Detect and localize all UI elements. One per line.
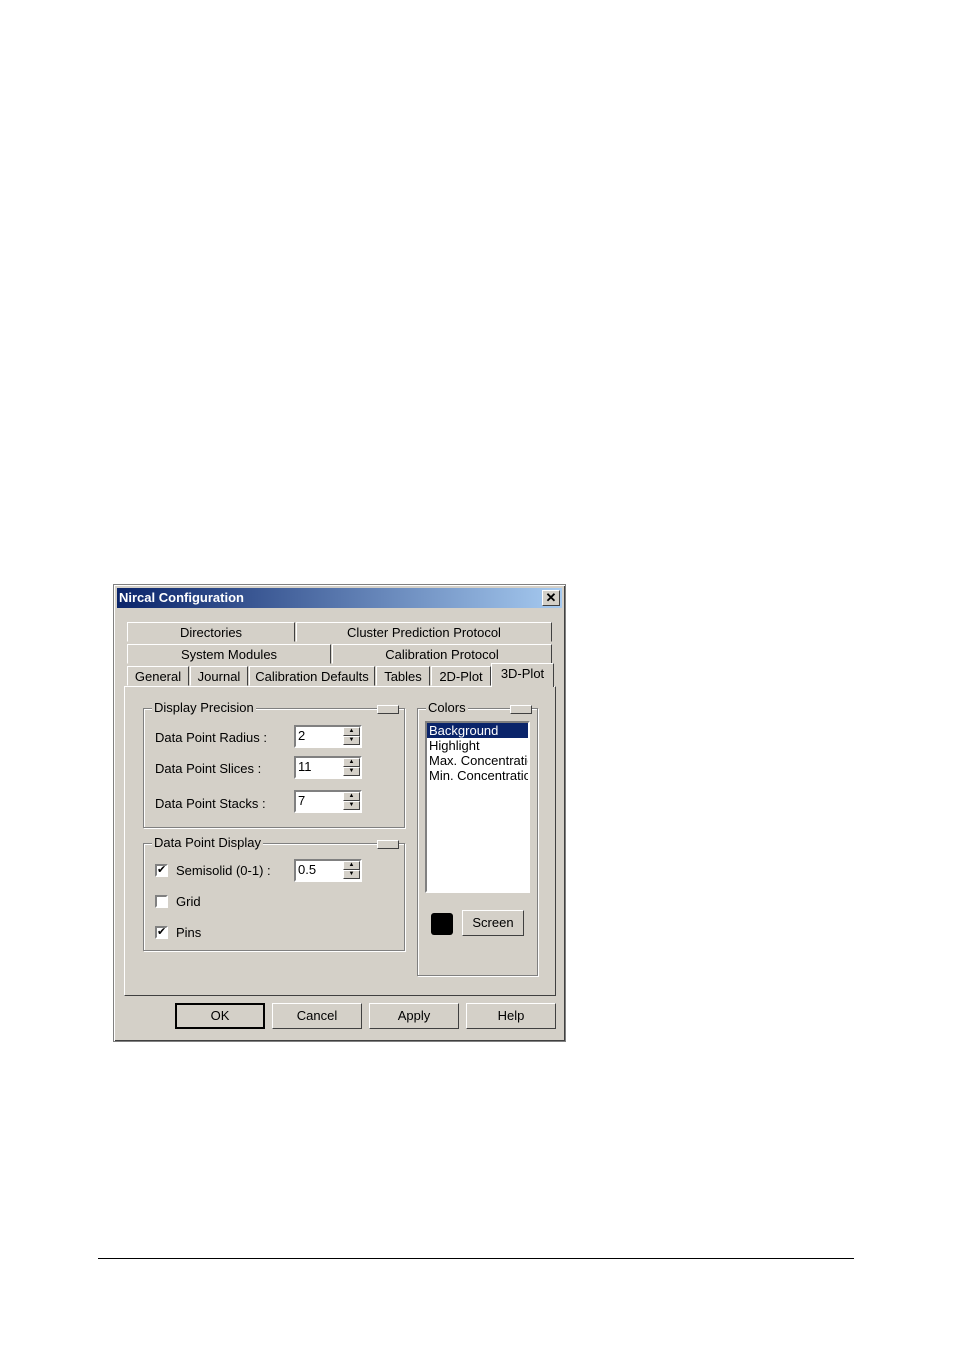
data-point-slices-label: Data Point Slices : — [155, 761, 262, 776]
data-point-display-title: Data Point Display — [152, 835, 263, 850]
color-item-background[interactable]: Background — [427, 723, 528, 738]
colors-title: Colors — [426, 700, 468, 715]
tab-system-modules[interactable]: System Modules — [127, 644, 331, 664]
grid-checkbox[interactable] — [155, 895, 168, 908]
spin-down-icon[interactable]: ▼ — [343, 801, 360, 810]
semisolid-label: Semisolid (0-1) : — [176, 863, 271, 878]
help-button[interactable]: Help — [466, 1003, 556, 1029]
tab-general[interactable]: General — [127, 666, 189, 686]
tab-panel-3d-plot: Display Precision Data Point Radius : 2 … — [124, 686, 556, 996]
pins-label: Pins — [176, 925, 202, 940]
data-point-radius-spinner[interactable]: 2 ▲ ▼ — [294, 725, 362, 748]
apply-button[interactable]: Apply — [369, 1003, 459, 1029]
tab-directories[interactable]: Directories — [127, 622, 295, 642]
semisolid-checkbox[interactable]: ✔ — [155, 864, 168, 877]
color-item-min-concentration[interactable]: Min. Concentration — [427, 768, 528, 783]
data-point-slices-spinner[interactable]: 11 ▲ ▼ — [294, 756, 362, 779]
display-precision-group: Display Precision Data Point Radius : 2 … — [143, 700, 405, 828]
semisolid-spin-buttons[interactable]: ▲ ▼ — [343, 861, 360, 880]
data-point-radius-label: Data Point Radius : — [155, 730, 268, 745]
close-button[interactable]: ✕ — [542, 590, 560, 606]
data-point-stacks-value[interactable]: 7 — [298, 793, 305, 808]
data-point-slices-spin-buttons[interactable]: ▲ ▼ — [343, 758, 360, 777]
data-point-display-group: Data Point Display ✔ Semisolid (0-1) : 0… — [143, 835, 405, 951]
spin-up-icon[interactable]: ▲ — [343, 792, 360, 801]
tab-cluster-prediction-protocol[interactable]: Cluster Prediction Protocol — [296, 622, 552, 642]
cancel-button[interactable]: Cancel — [272, 1003, 362, 1029]
data-point-stacks-label: Data Point Stacks : — [155, 796, 266, 811]
spin-down-icon[interactable]: ▼ — [343, 767, 360, 776]
title-bar[interactable]: Nircal Configuration ✕ — [117, 588, 562, 608]
data-point-radius-spin-buttons[interactable]: ▲ ▼ — [343, 727, 360, 746]
pins-checkbox[interactable]: ✔ — [155, 926, 168, 939]
colors-listbox[interactable]: Background Highlight Max. Concentration … — [425, 721, 530, 893]
spin-down-icon[interactable]: ▼ — [343, 870, 360, 879]
check-icon: ✔ — [157, 926, 167, 938]
nircal-configuration-dialog: Nircal Configuration ✕ Directories Clust… — [113, 584, 566, 1042]
display-precision-tool-button[interactable] — [377, 705, 399, 714]
spin-up-icon[interactable]: ▲ — [343, 861, 360, 870]
display-precision-title: Display Precision — [152, 700, 256, 715]
color-item-highlight[interactable]: Highlight — [427, 738, 528, 753]
tab-tables[interactable]: Tables — [376, 666, 430, 686]
color-swatch — [431, 913, 453, 935]
colors-tool-button[interactable] — [510, 705, 532, 714]
grid-label: Grid — [176, 894, 201, 909]
colors-group: Colors Background Highlight Max. Concent… — [417, 700, 538, 976]
data-point-stacks-spin-buttons[interactable]: ▲ ▼ — [343, 792, 360, 811]
spin-down-icon[interactable]: ▼ — [343, 736, 360, 745]
ok-button[interactable]: OK — [175, 1003, 265, 1029]
semisolid-value[interactable]: 0.5 — [298, 862, 316, 877]
check-icon: ✔ — [157, 864, 167, 876]
footer-rule — [98, 1258, 854, 1259]
close-icon: ✕ — [545, 590, 557, 605]
tab-2d-plot[interactable]: 2D-Plot — [431, 666, 491, 686]
dialog-title: Nircal Configuration — [119, 590, 244, 605]
tab-3d-plot[interactable]: 3D-Plot — [491, 663, 554, 687]
data-point-slices-value[interactable]: 11 — [298, 759, 312, 774]
screen-button[interactable]: Screen — [462, 910, 524, 936]
tab-journal[interactable]: Journal — [190, 666, 248, 686]
tab-calibration-defaults[interactable]: Calibration Defaults — [249, 666, 375, 686]
data-point-stacks-spinner[interactable]: 7 ▲ ▼ — [294, 790, 362, 813]
semisolid-spinner[interactable]: 0.5 ▲ ▼ — [294, 859, 362, 882]
data-point-display-tool-button[interactable] — [377, 840, 399, 849]
color-item-max-concentration[interactable]: Max. Concentration — [427, 753, 528, 768]
spin-up-icon[interactable]: ▲ — [343, 727, 360, 736]
tab-calibration-protocol[interactable]: Calibration Protocol — [332, 644, 552, 664]
data-point-radius-value[interactable]: 2 — [298, 728, 305, 743]
spin-up-icon[interactable]: ▲ — [343, 758, 360, 767]
